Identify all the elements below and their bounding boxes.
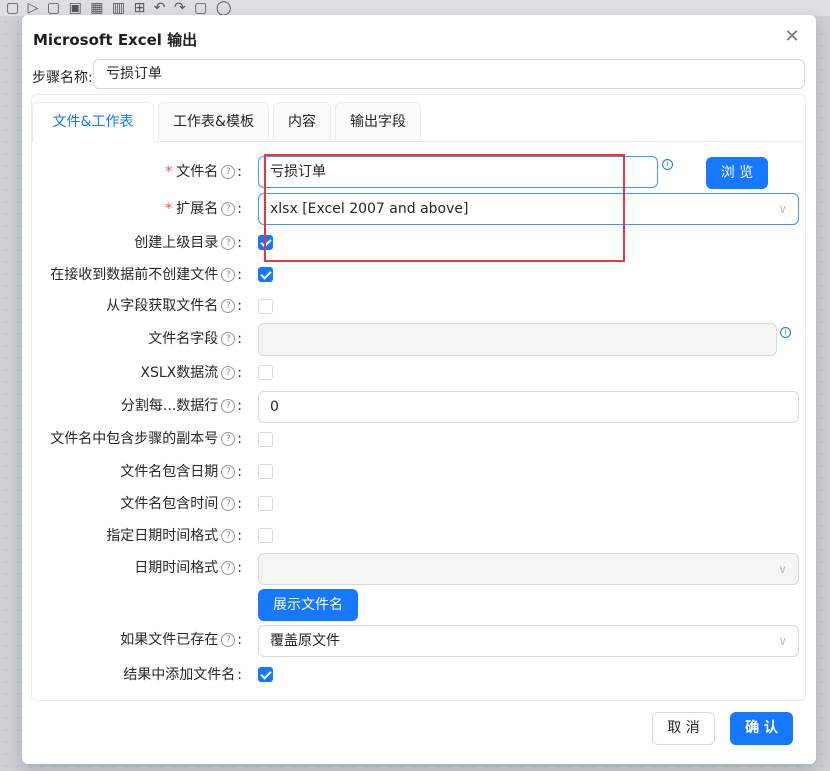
tab-bar: 文件&工作表 工作表&模板 内容 输出字段 bbox=[32, 101, 806, 142]
filename-info-icon: i bbox=[662, 159, 673, 170]
filename-field-info-icon: i bbox=[780, 327, 791, 338]
tab-file-worksheet[interactable]: 文件&工作表 bbox=[32, 102, 154, 142]
include-date-checkbox[interactable] bbox=[258, 464, 273, 479]
help-icon: ? bbox=[221, 529, 236, 543]
background-toolbar-icons: ▢ ▷ ▢ ▣ ▦ ▥ ⊞ ↶ ↷ ▢ ◯ bbox=[6, 0, 234, 16]
background-toolbar: ▢ ▷ ▢ ▣ ▦ ▥ ⊞ ↶ ↷ ▢ ◯ bbox=[0, 0, 830, 16]
split-rows-input[interactable]: 0 bbox=[258, 391, 799, 423]
help-icon: ? bbox=[221, 332, 236, 346]
required-mark: * bbox=[165, 164, 173, 180]
required-mark: * bbox=[165, 201, 173, 217]
if-file-exists-select[interactable]: 覆盖原文件 ∨ bbox=[258, 625, 799, 657]
no-create-before-data-checkbox[interactable] bbox=[258, 267, 273, 282]
extension-label: * 扩展名?: bbox=[165, 201, 242, 217]
specify-datetime-format-label: 指定日期时间格式?: bbox=[106, 528, 242, 544]
if-file-exists-label: 如果文件已存在?: bbox=[120, 632, 242, 648]
help-icon: ? bbox=[221, 399, 236, 413]
help-icon: ? bbox=[221, 366, 236, 380]
excel-output-dialog: Microsoft Excel 输出 ✕ 步骤名称: 亏损订单 文件&工作表 工… bbox=[22, 15, 816, 764]
help-icon: ? bbox=[221, 236, 236, 250]
close-icon[interactable]: ✕ bbox=[782, 27, 802, 47]
help-icon: ? bbox=[221, 465, 236, 479]
help-icon: ? bbox=[221, 561, 236, 575]
include-step-copy-label: 文件名中包含步骤的副本号?: bbox=[50, 431, 242, 447]
help-icon: ? bbox=[221, 633, 236, 647]
tab-worksheet-template[interactable]: 工作表&模板 bbox=[158, 102, 269, 140]
datetime-format-select[interactable]: ∨ bbox=[258, 553, 799, 585]
include-step-copy-checkbox[interactable] bbox=[258, 432, 273, 447]
xslx-stream-label: XSLX数据流?: bbox=[140, 365, 242, 381]
chevron-down-icon: ∨ bbox=[778, 634, 787, 648]
help-icon: ? bbox=[221, 299, 236, 313]
step-name-label: 步骤名称: bbox=[32, 70, 93, 86]
extension-select[interactable]: xlsx [Excel 2007 and above] ∨ bbox=[258, 193, 799, 225]
filename-from-field-checkbox[interactable] bbox=[258, 299, 273, 314]
if-file-exists-value: 覆盖原文件 bbox=[270, 633, 340, 649]
specify-datetime-format-checkbox[interactable] bbox=[258, 528, 273, 543]
include-date-label: 文件名包含日期?: bbox=[120, 464, 242, 480]
tab-content[interactable]: 内容 bbox=[273, 102, 331, 140]
help-icon: ? bbox=[221, 202, 236, 216]
help-icon: ? bbox=[221, 165, 236, 179]
add-filename-to-result-checkbox[interactable] bbox=[258, 667, 273, 682]
filename-field-input[interactable] bbox=[258, 323, 777, 356]
filename-from-field-label: 从字段获取文件名?: bbox=[106, 298, 242, 314]
chevron-down-icon: ∨ bbox=[778, 202, 787, 216]
tab-output-fields[interactable]: 输出字段 bbox=[335, 102, 421, 140]
add-filename-to-result-label: 结果中添加文件名: bbox=[123, 667, 242, 683]
include-time-label: 文件名包含时间?: bbox=[120, 496, 242, 512]
show-filename-button[interactable]: 展示文件名 bbox=[258, 589, 358, 621]
browse-button[interactable]: 浏 览 bbox=[706, 157, 768, 189]
datetime-format-label: 日期时间格式?: bbox=[134, 560, 242, 576]
help-icon: ? bbox=[221, 268, 236, 282]
create-parent-dir-label: 创建上级目录?: bbox=[134, 235, 242, 251]
help-icon: ? bbox=[221, 497, 236, 511]
help-icon: ? bbox=[221, 432, 236, 446]
xslx-stream-checkbox[interactable] bbox=[258, 365, 273, 380]
filename-field-label: 文件名字段?: bbox=[148, 331, 242, 347]
no-create-before-data-label: 在接收到数据前不创建文件?: bbox=[50, 267, 242, 283]
extension-value: xlsx [Excel 2007 and above] bbox=[270, 201, 469, 217]
filename-input[interactable]: 亏损订单 bbox=[258, 156, 658, 188]
split-rows-label: 分割每...数据行?: bbox=[120, 398, 242, 414]
dialog-title: Microsoft Excel 输出 bbox=[33, 31, 198, 49]
step-name-input[interactable]: 亏损订单 bbox=[93, 59, 805, 89]
create-parent-dir-checkbox[interactable] bbox=[258, 235, 273, 250]
chevron-down-icon: ∨ bbox=[778, 562, 787, 576]
include-time-checkbox[interactable] bbox=[258, 496, 273, 511]
confirm-button[interactable]: 确 认 bbox=[730, 712, 793, 745]
filename-label: * 文件名?: bbox=[165, 164, 242, 180]
cancel-button[interactable]: 取 消 bbox=[652, 712, 715, 745]
